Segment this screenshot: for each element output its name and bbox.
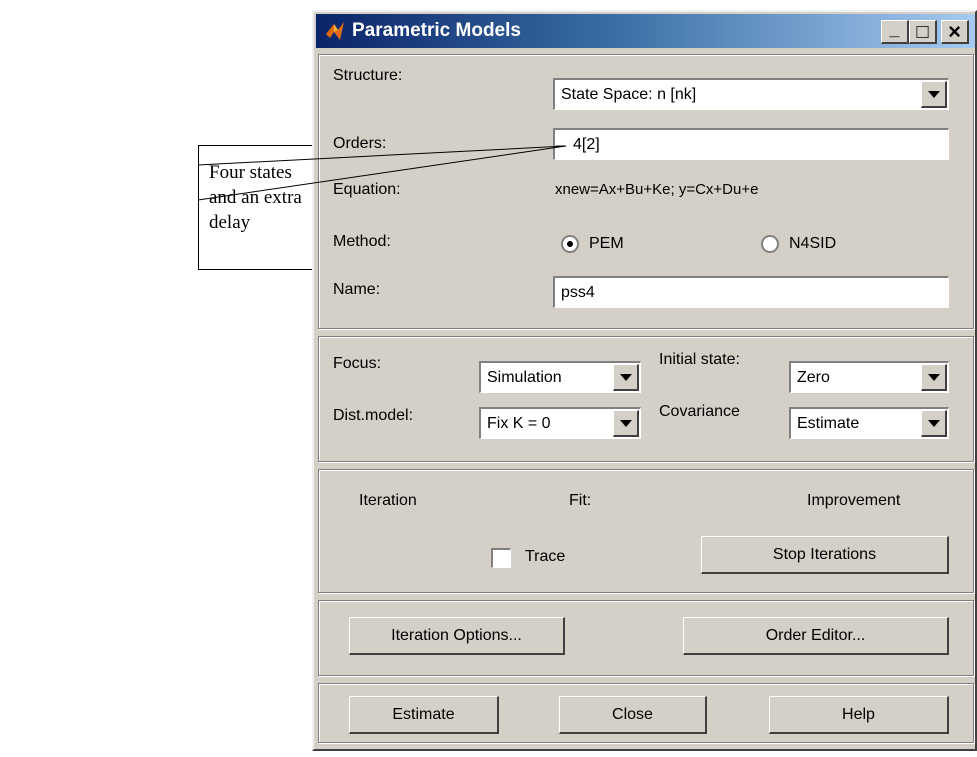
maximize-button[interactable]: □ xyxy=(909,20,937,44)
focus-value: Simulation xyxy=(487,369,562,386)
matlab-logo-icon xyxy=(326,22,344,40)
focus-dropdown[interactable]: Simulation xyxy=(479,361,641,393)
initial-state-label: Initial state: xyxy=(659,351,740,368)
order-editor-button[interactable]: Order Editor... xyxy=(683,617,949,655)
parametric-models-window: Parametric Models _ □ × Structure: State… xyxy=(312,10,977,751)
window-title: Parametric Models xyxy=(352,20,521,41)
covariance-label: Covariance xyxy=(659,403,740,420)
maximize-icon: □ xyxy=(916,20,929,43)
chevron-down-icon[interactable] xyxy=(921,364,947,391)
name-value: pss4 xyxy=(561,284,595,301)
trace-checkbox[interactable] xyxy=(491,548,511,568)
title-bar[interactable]: Parametric Models _ □ × xyxy=(316,14,975,48)
dist-model-value: Fix K = 0 xyxy=(487,415,551,432)
iteration-header: Iteration xyxy=(359,492,417,509)
chevron-down-icon[interactable] xyxy=(613,364,639,391)
iteration-options-button[interactable]: Iteration Options... xyxy=(349,617,565,655)
equation-label: Equation: xyxy=(333,181,401,198)
name-input[interactable]: pss4 xyxy=(553,276,949,308)
equation-text: xnew=Ax+Bu+Ke; y=Cx+Du+e xyxy=(555,181,759,198)
orders-value: 4[2] xyxy=(573,136,600,153)
iteration-panel: Iteration Fit: Improvement Trace Stop It… xyxy=(318,469,974,593)
orders-label: Orders: xyxy=(333,135,387,152)
help-button[interactable]: Help xyxy=(769,696,949,734)
estimate-button[interactable]: Estimate xyxy=(349,696,499,734)
method-n4sid-radio[interactable] xyxy=(761,235,779,253)
footer-buttons-panel: Estimate Close Help xyxy=(318,683,974,743)
covariance-value: Estimate xyxy=(797,415,860,432)
structure-dropdown[interactable]: State Space: n [nk] xyxy=(553,78,949,110)
dist-model-dropdown[interactable]: Fix K = 0 xyxy=(479,407,641,439)
close-icon: × xyxy=(948,18,961,44)
name-label: Name: xyxy=(333,281,381,298)
close-window-button[interactable]: × xyxy=(941,20,969,44)
structure-panel: Structure: State Space: n [nk] Orders: 4… xyxy=(318,54,974,329)
method-pem-radio[interactable] xyxy=(561,235,579,253)
improvement-header: Improvement xyxy=(807,492,901,509)
options-buttons-panel: Iteration Options... Order Editor... xyxy=(318,600,974,676)
initial-state-dropdown[interactable]: Zero xyxy=(789,361,949,393)
dist-model-label: Dist.model: xyxy=(333,407,414,424)
focus-label: Focus: xyxy=(333,355,382,372)
orders-input[interactable]: 4[2] xyxy=(553,128,949,160)
method-n4sid-label[interactable]: N4SID xyxy=(789,235,836,253)
radio-selected-dot xyxy=(567,241,573,247)
covariance-dropdown[interactable]: Estimate xyxy=(789,407,949,439)
trace-label[interactable]: Trace xyxy=(525,548,565,566)
fit-header: Fit: xyxy=(569,492,592,509)
minimize-icon: _ xyxy=(889,18,900,39)
method-pem-label[interactable]: PEM xyxy=(589,235,624,253)
structure-label: Structure: xyxy=(333,67,403,84)
minimize-button[interactable]: _ xyxy=(881,20,909,44)
stop-iterations-button[interactable]: Stop Iterations xyxy=(701,536,949,574)
close-button[interactable]: Close xyxy=(559,696,707,734)
structure-value: State Space: n [nk] xyxy=(561,86,697,103)
chevron-down-icon[interactable] xyxy=(613,410,639,437)
chevron-down-icon[interactable] xyxy=(921,410,947,437)
chevron-down-icon[interactable] xyxy=(921,81,947,108)
initial-state-value: Zero xyxy=(797,369,830,386)
estimation-options-panel: Focus: Simulation Initial state: Zero Di… xyxy=(318,336,974,462)
method-label: Method: xyxy=(333,233,391,250)
